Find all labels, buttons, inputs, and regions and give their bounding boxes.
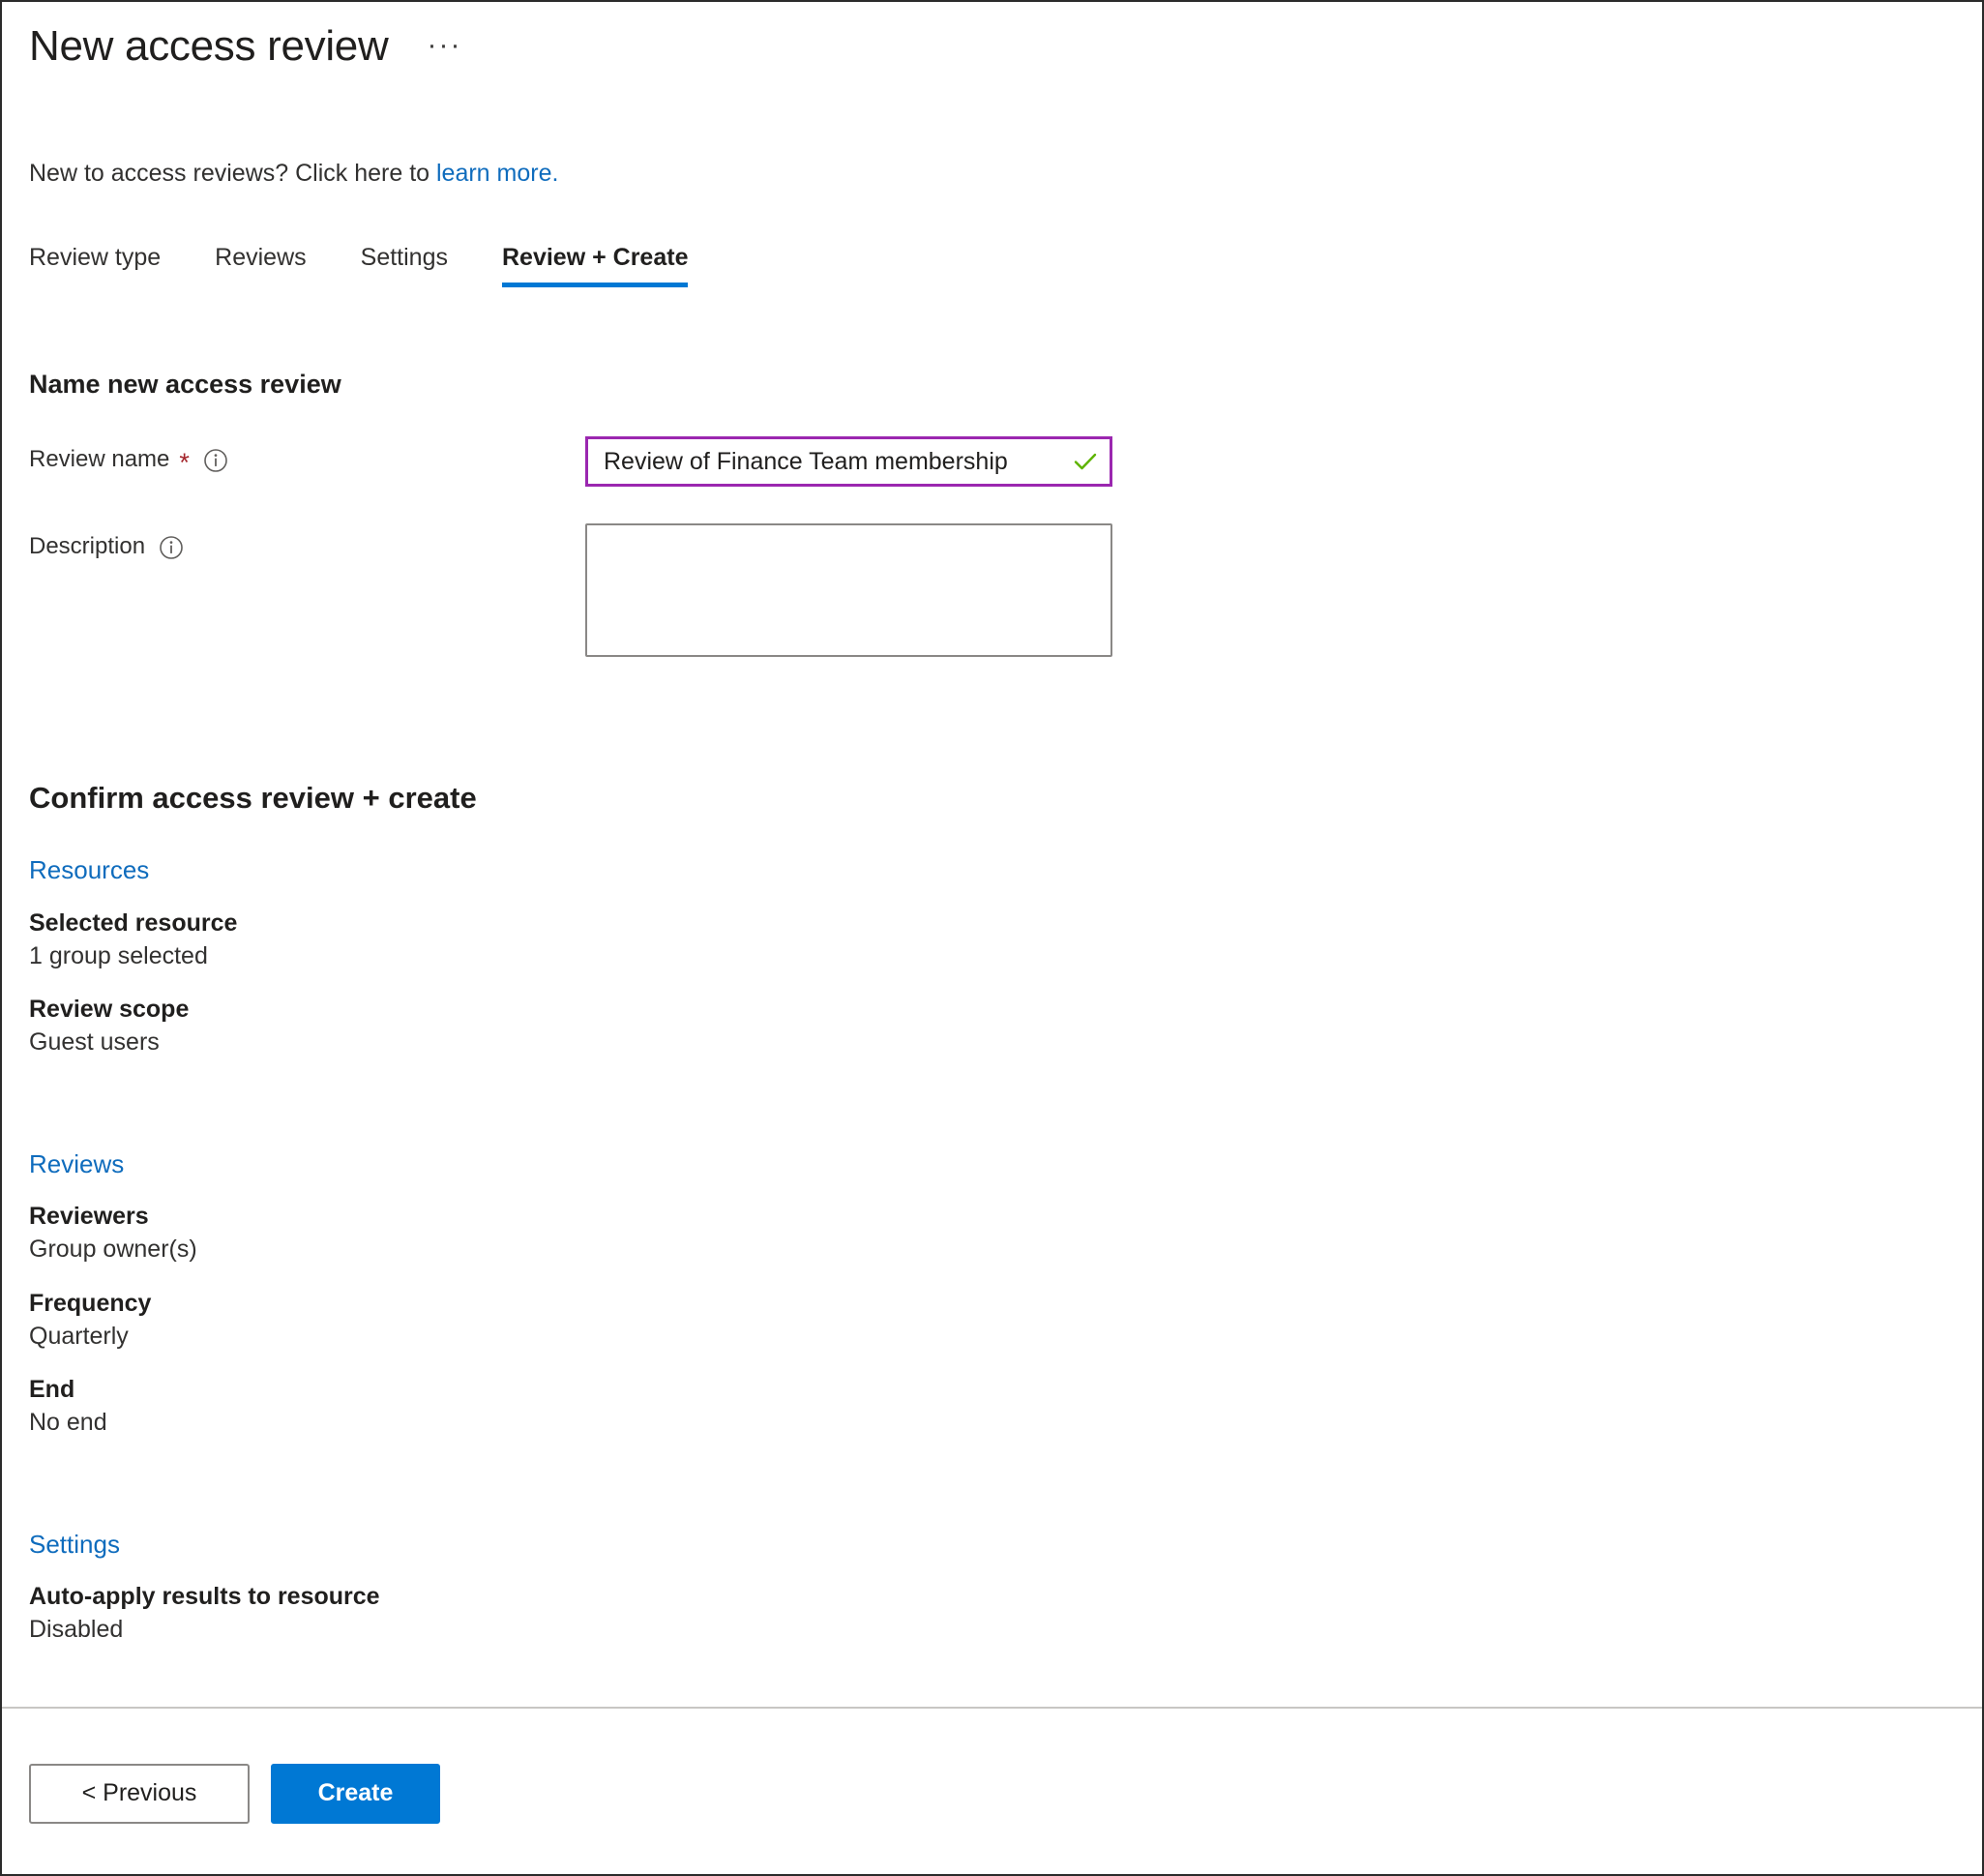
summary-key: Review scope — [29, 996, 190, 1024]
summary-value: Disabled — [29, 1616, 124, 1644]
description-label-group: Description — [29, 523, 585, 561]
tab-settings[interactable]: Settings — [334, 243, 475, 287]
summary-value: Guest users — [29, 1028, 160, 1057]
create-button[interactable]: Create — [271, 1763, 440, 1824]
summary-item: Selected resource 1 group selected — [29, 908, 1955, 973]
page-title: New access review — [29, 22, 389, 70]
summary-item: Reviewers Group owner(s) — [29, 1201, 1955, 1266]
review-name-row: Review name * — [29, 436, 1955, 488]
summary-key: End — [29, 1376, 75, 1404]
tab-review-type[interactable]: Review type — [29, 243, 188, 287]
summary-link-settings[interactable]: Settings — [29, 1529, 120, 1561]
summary-item: Frequency Quarterly — [29, 1288, 1955, 1354]
required-asterisk: * — [179, 448, 190, 478]
intro-text-prefix: New to access reviews? Click here to — [29, 160, 436, 187]
description-row: Description — [29, 523, 1955, 662]
summary-item: Review scope Guest users — [29, 994, 1955, 1059]
blade-content: New access review ··· New to access revi… — [2, 2, 1982, 1707]
info-icon[interactable] — [159, 535, 184, 560]
blade-footer: < Previous Create — [2, 1707, 1982, 1874]
description-label: Description — [29, 533, 146, 560]
summary-group-resources: Resources Selected resource 1 group sele… — [29, 854, 1955, 1059]
review-name-field-wrap — [585, 436, 1112, 488]
tab-review-create[interactable]: Review + Create — [475, 243, 715, 287]
summary-key: Selected resource — [29, 908, 238, 937]
summary-item: End No end — [29, 1374, 1955, 1440]
intro-text: New to access reviews? Click here to lea… — [29, 158, 1955, 191]
description-textarea[interactable] — [585, 523, 1112, 658]
summary-group-settings: Settings Auto-apply results to resource … — [29, 1529, 1955, 1647]
review-name-input[interactable] — [585, 436, 1112, 488]
confirm-heading: Confirm access review + create — [29, 781, 477, 816]
description-field-wrap — [585, 523, 1112, 662]
summary-link-reviews[interactable]: Reviews — [29, 1148, 124, 1180]
previous-button[interactable]: < Previous — [29, 1763, 250, 1824]
tab-list: Review type Reviews Settings Review + Cr… — [29, 243, 1955, 311]
title-row: New access review ··· — [29, 22, 1955, 95]
summary-value: Group owner(s) — [29, 1236, 197, 1264]
summary-value: No end — [29, 1409, 107, 1437]
summary-group-reviews: Reviews Reviewers Group owner(s) Frequen… — [29, 1148, 1955, 1440]
new-access-review-blade: New access review ··· New to access revi… — [0, 0, 1984, 1876]
summary-item: Auto-apply results to resource Disabled — [29, 1581, 1955, 1647]
more-options-icon[interactable]: ··· — [421, 31, 467, 64]
summary-value: 1 group selected — [29, 941, 208, 969]
review-name-label-group: Review name * — [29, 436, 585, 478]
summary-link-resources[interactable]: Resources — [29, 854, 149, 886]
summary-key: Auto-apply results to resource — [29, 1583, 380, 1611]
summary-key: Frequency — [29, 1289, 152, 1317]
review-name-label: Review name — [29, 446, 170, 473]
tab-reviews[interactable]: Reviews — [188, 243, 333, 287]
name-section-heading: Name new access review — [29, 369, 341, 399]
summary-key: Reviewers — [29, 1203, 149, 1231]
summary-value: Quarterly — [29, 1322, 129, 1350]
learn-more-link[interactable]: learn more. — [436, 160, 558, 187]
info-icon[interactable] — [203, 448, 228, 473]
